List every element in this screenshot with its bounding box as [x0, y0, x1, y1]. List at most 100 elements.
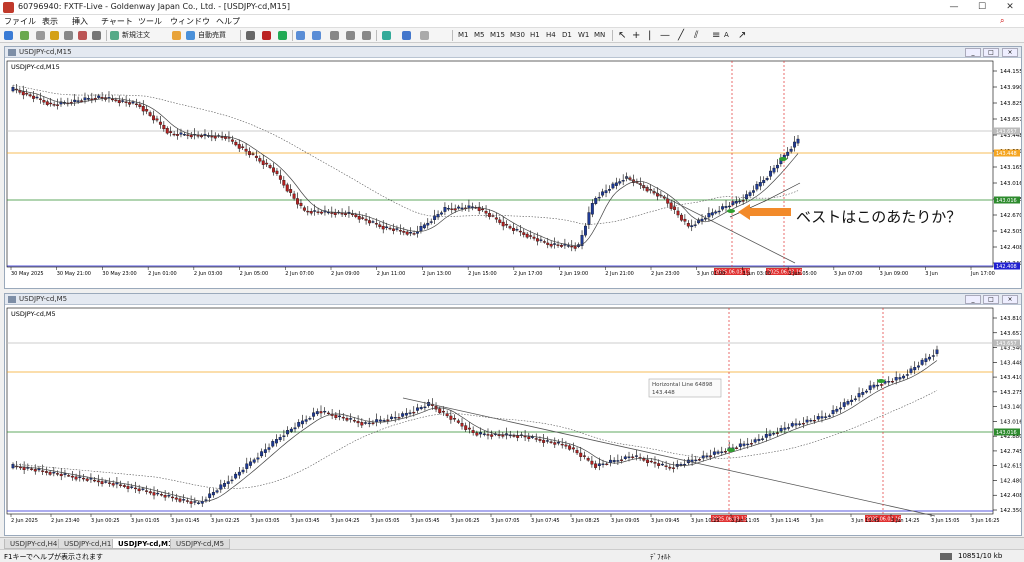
search-icon[interactable]: ⌕ — [1000, 16, 1004, 26]
tab-m5[interactable]: USDJPY-cd,M5 — [170, 539, 231, 549]
candle — [248, 151, 251, 156]
candle — [653, 462, 657, 464]
menu-tools[interactable]: ツール — [138, 16, 162, 27]
candle — [538, 439, 542, 441]
candle — [196, 135, 200, 137]
chart-maximize-button[interactable]: □ — [983, 295, 999, 304]
crosshair-icon[interactable]: + — [632, 30, 640, 41]
candle — [254, 155, 258, 158]
horizontal-line-icon[interactable]: — — [660, 30, 670, 41]
zoom-in-icon[interactable] — [296, 31, 305, 40]
candle — [742, 443, 746, 446]
terminal-icon[interactable] — [78, 31, 87, 40]
candle — [460, 423, 464, 427]
candle — [52, 104, 56, 106]
strategy-tester-icon[interactable] — [92, 31, 101, 40]
chart-shift-icon[interactable] — [362, 31, 371, 40]
channel-icon[interactable]: ⫽ — [694, 30, 698, 41]
candlestick-chart[interactable]: USDJPY-cd,M5143.810143.657143.540143.448… — [5, 306, 1021, 536]
annotation-text: ベストはこのあたりか？ — [796, 208, 962, 226]
candle — [741, 200, 745, 202]
auto-trade-button[interactable]: 自動売買 — [198, 30, 226, 41]
candlestick-chart[interactable]: USDJPY-cd,M15 144.155 143.990 143.825 143.65… — [5, 59, 1021, 289]
tf-mn[interactable]: MN — [594, 30, 605, 41]
candle — [416, 231, 419, 234]
candle — [70, 475, 74, 478]
cursor-icon[interactable]: ↖ — [618, 30, 626, 41]
auto-trade-icon[interactable] — [186, 31, 195, 40]
tab-h1[interactable]: USDJPY-cd,H1 — [58, 539, 118, 549]
chart-window-m5[interactable]: USDJPY-cd,M5 _ □ × USDJPY-cd,M5 143.810 14… — [4, 293, 1022, 536]
new-order-button[interactable]: 新規注文 — [122, 30, 150, 41]
candle-chart-icon[interactable] — [262, 31, 271, 40]
menu-window[interactable]: ウィンドウ — [170, 16, 210, 27]
periods-icon[interactable] — [402, 31, 411, 40]
candle — [275, 439, 278, 444]
menu-insert[interactable]: 挿入 — [72, 16, 88, 27]
tf-d1[interactable]: D1 — [562, 30, 572, 41]
market-watch-icon[interactable] — [36, 31, 45, 40]
templates-icon[interactable] — [420, 31, 429, 40]
text-tool-icon[interactable]: A — [724, 30, 729, 41]
candle — [306, 210, 310, 213]
trendline-icon[interactable]: ╱ — [678, 30, 684, 41]
menu-help[interactable]: ヘルプ — [216, 16, 240, 27]
tab-h4[interactable]: USDJPY-cd,H4 — [4, 539, 64, 549]
candle — [460, 207, 464, 210]
close-button[interactable]: ✕ — [1000, 1, 1020, 14]
tf-m30[interactable]: M30 — [510, 30, 525, 41]
bar-chart-icon[interactable] — [246, 31, 255, 40]
metaeditor-icon[interactable] — [172, 31, 181, 40]
new-order-icon[interactable] — [110, 31, 119, 40]
candle — [155, 118, 159, 121]
candle — [556, 244, 560, 246]
arrow-tool-icon[interactable]: ↗ — [738, 30, 746, 41]
navigator-icon[interactable] — [64, 31, 73, 40]
candle — [727, 205, 731, 208]
candle — [443, 207, 447, 212]
candle — [905, 374, 909, 376]
candle — [42, 100, 46, 103]
chart-minimize-button[interactable]: _ — [965, 295, 981, 304]
vertical-line-icon[interactable]: | — [648, 30, 651, 41]
new-chart-icon[interactable] — [4, 31, 13, 40]
minimize-button[interactable]: — — [944, 1, 964, 14]
tf-w1[interactable]: W1 — [578, 30, 589, 41]
candle — [244, 148, 248, 152]
tf-m5[interactable]: M5 — [474, 30, 485, 41]
indicators-icon[interactable] — [382, 31, 391, 40]
profiles-icon[interactable] — [20, 31, 29, 40]
candle — [405, 231, 409, 235]
menu-chart[interactable]: チャート — [101, 16, 133, 27]
candle — [309, 211, 313, 214]
chart-window-m15[interactable]: USDJPY-cd,M15 _ □ × USDJPY-cd,M15 144.155… — [4, 46, 1022, 289]
candle — [720, 451, 724, 453]
tf-m15[interactable]: M15 — [490, 30, 505, 41]
candle — [297, 422, 301, 427]
price-label: 143.657 — [1000, 117, 1021, 123]
candle — [594, 198, 598, 204]
menu-view[interactable]: 表示 — [42, 16, 58, 27]
chart-close-button[interactable]: × — [1002, 295, 1018, 304]
menu-file[interactable]: ファイル — [4, 16, 36, 27]
tile-windows-icon[interactable] — [330, 31, 339, 40]
tf-h4[interactable]: H4 — [546, 30, 556, 41]
candle — [25, 93, 29, 95]
candle — [707, 213, 711, 218]
maximize-button[interactable]: ☐ — [972, 1, 992, 14]
auto-scroll-icon[interactable] — [346, 31, 355, 40]
tf-h1[interactable]: H1 — [530, 30, 540, 41]
time-label: 3 Jun 01:00 — [697, 271, 726, 277]
candle — [268, 165, 272, 168]
zoom-out-icon[interactable] — [312, 31, 321, 40]
line-chart-icon[interactable] — [278, 31, 287, 40]
chart-maximize-button[interactable]: □ — [983, 48, 999, 57]
chart-close-button[interactable]: × — [1002, 48, 1018, 57]
tf-m1[interactable]: M1 — [458, 30, 469, 41]
candle — [698, 459, 701, 461]
fibonacci-icon[interactable]: ≡ — [712, 30, 720, 41]
chart-minimize-button[interactable]: _ — [965, 48, 981, 57]
data-window-icon[interactable] — [50, 31, 59, 40]
candle — [746, 443, 750, 446]
time-label: 2 Jun 15:00 — [468, 271, 497, 277]
